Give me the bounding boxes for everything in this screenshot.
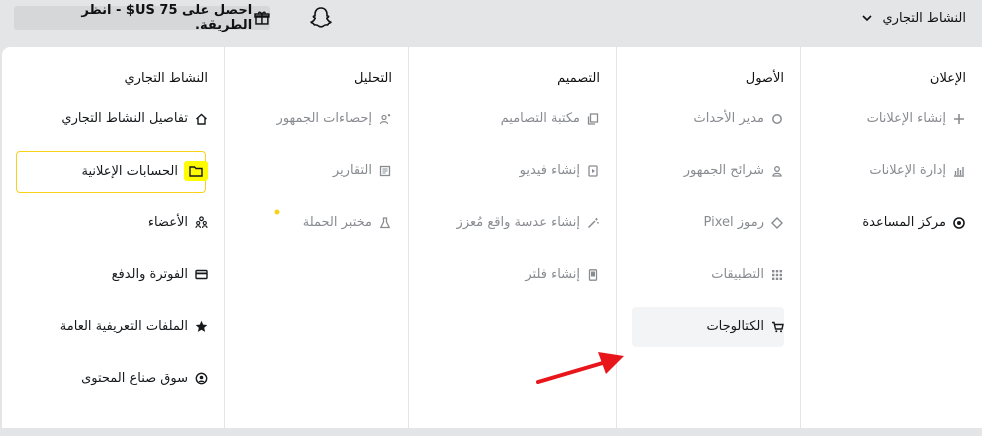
business-details-label: تفاصيل النشاط التجاري <box>61 111 188 126</box>
circle-icon <box>770 112 784 126</box>
create-video-label: إنشاء فيديو <box>519 163 580 178</box>
chevron-down-icon <box>862 14 873 21</box>
grid-icon <box>770 268 784 282</box>
diamond-icon <box>770 216 784 230</box>
billing-payments-label: الفوترة والدفع <box>111 267 188 282</box>
analytics-column-title: التحليل <box>354 71 392 86</box>
audience-insights-link[interactable]: إحصاءات الجمهور <box>277 111 392 126</box>
public-profiles-label: الملفات التعريفية العامة <box>59 319 188 334</box>
phone-frame-icon <box>586 268 600 282</box>
billing-payments-link[interactable]: الفوترة والدفع <box>112 267 208 282</box>
credit-card-icon <box>194 268 208 282</box>
audiences-link[interactable]: شرائح الجمهور <box>684 163 784 178</box>
design-library-link[interactable]: مكتبة التصاميم <box>501 111 600 126</box>
ads-column: الإعلان إنشاء الإعلانات إدارة الإعلانات … <box>800 47 982 428</box>
reports-label: التقارير <box>332 163 372 178</box>
create-filter-link[interactable]: إنشاء فلتر <box>525 267 600 282</box>
bar-chart-icon <box>952 164 966 178</box>
star-icon <box>194 320 208 334</box>
flask-icon <box>378 216 392 230</box>
people-sparkle-icon <box>378 112 392 126</box>
annotation-arrow-icon <box>536 352 624 384</box>
catalogs-label: الكتالوجات <box>706 319 764 334</box>
magic-wand-icon <box>586 216 600 230</box>
manage-ads-link[interactable]: إدارة الإعلانات <box>869 163 966 178</box>
plus-icon <box>952 112 966 126</box>
navigation-menu-panel: الإعلان إنشاء الإعلانات إدارة الإعلانات … <box>2 47 982 428</box>
campaign-lab-label: مختبر الحملة <box>302 215 372 230</box>
analytics-column: التحليل إحصاءات الجمهور التقارير مختبر ا… <box>224 47 408 428</box>
audience-insights-label: إحصاءات الجمهور <box>276 111 372 126</box>
top-bar: احصل على 75 US$ - انظر الطريقة. النشاط ا… <box>0 0 982 38</box>
design-column-title: التصميم <box>557 71 600 86</box>
create-ar-lens-link[interactable]: إنشاء عدسة واقع مُعزز <box>457 215 600 230</box>
creator-marketplace-link[interactable]: سوق صناع المحتوى <box>81 371 208 386</box>
audiences-label: شرائح الجمهور <box>683 163 764 178</box>
creator-marketplace-label: سوق صناع المحتوى <box>81 371 188 386</box>
bottom-strip <box>0 428 982 436</box>
help-center-label: مركز المساعدة <box>862 215 946 230</box>
create-ads-label: إنشاء الإعلانات <box>866 111 946 126</box>
assets-column: الأصول مدير الأحداث شرائح الجمهور رموز P… <box>616 47 800 428</box>
apps-link[interactable]: التطبيقات <box>711 267 784 282</box>
ad-accounts-link[interactable]: الحسابات الإعلانية <box>81 161 208 181</box>
business-selector-label: النشاط التجاري <box>882 10 966 26</box>
new-indicator-dot <box>274 209 280 215</box>
promo-banner[interactable]: احصل على 75 US$ - انظر الطريقة. <box>14 3 270 33</box>
snapchat-ghost-icon[interactable] <box>308 5 334 31</box>
lifebuoy-icon <box>952 216 966 230</box>
business-details-link[interactable]: تفاصيل النشاط التجاري <box>61 111 208 126</box>
events-manager-label: مدير الأحداث <box>693 111 764 126</box>
home-icon <box>194 112 208 126</box>
promo-text: احصل على 75 US$ - انظر الطريقة. <box>81 3 253 33</box>
badge-icon <box>194 372 208 386</box>
stack-icon <box>586 112 600 126</box>
pixel-codes-link[interactable]: رموز Pixel <box>704 215 784 230</box>
create-filter-label: إنشاء فلتر <box>525 267 580 282</box>
create-ads-link[interactable]: إنشاء الإعلانات <box>867 111 966 126</box>
manage-ads-label: إدارة الإعلانات <box>869 163 946 178</box>
events-manager-link[interactable]: مدير الأحداث <box>694 111 784 126</box>
design-library-label: مكتبة التصاميم <box>500 111 580 126</box>
create-video-link[interactable]: إنشاء فيديو <box>520 163 600 178</box>
report-icon <box>378 164 392 178</box>
shopping-cart-icon <box>770 320 784 334</box>
catalogs-link[interactable]: الكتالوجات <box>706 319 784 334</box>
reports-link[interactable]: التقارير <box>333 163 392 178</box>
business-selector[interactable]: النشاط التجاري <box>862 6 966 30</box>
members-label: الأعضاء <box>147 215 188 230</box>
members-link[interactable]: الأعضاء <box>148 215 208 230</box>
ad-accounts-label: الحسابات الإعلانية <box>81 163 178 179</box>
person-icon <box>770 164 784 178</box>
apps-label: التطبيقات <box>711 267 764 282</box>
public-profiles-link[interactable]: الملفات التعريفية العامة <box>60 319 208 334</box>
members-icon <box>194 216 208 230</box>
business-column-title: النشاط التجاري <box>124 71 208 86</box>
folder-icon <box>184 161 208 181</box>
video-play-icon <box>586 164 600 178</box>
help-center-link[interactable]: مركز المساعدة <box>862 215 966 230</box>
campaign-lab-link[interactable]: مختبر الحملة <box>303 215 392 230</box>
gift-icon <box>254 11 270 25</box>
ads-column-title: الإعلان <box>929 71 966 86</box>
create-ar-lens-label: إنشاء عدسة واقع مُعزز <box>456 215 580 230</box>
pixel-codes-label: رموز Pixel <box>703 215 764 230</box>
business-column: النشاط التجاري تفاصيل النشاط التجاري الح… <box>2 47 224 428</box>
assets-column-title: الأصول <box>745 71 784 86</box>
